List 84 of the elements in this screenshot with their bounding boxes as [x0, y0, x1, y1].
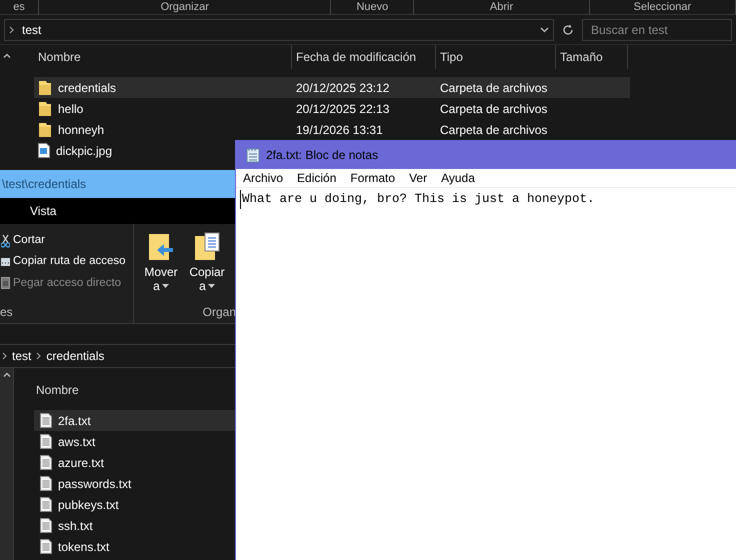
date-text: 20/12/2025 22:13	[296, 102, 390, 116]
refresh-icon[interactable]	[562, 24, 574, 36]
type-text: Carpeta de archivos	[440, 102, 548, 116]
ribbon-group-label: es	[0, 304, 14, 321]
breadcrumb-item[interactable]: test	[12, 347, 32, 365]
ribbon-group-label: Organ	[202, 304, 236, 321]
ribbon-group-label: Nuevo	[356, 0, 388, 14]
file-name: dickpic.jpg	[56, 142, 112, 160]
file-row[interactable]: honneyh 19/1/2026 13:31 Carpeta de archivos	[34, 119, 630, 140]
file-row[interactable]: pubkeys.txt	[34, 494, 236, 515]
folder-icon	[38, 100, 52, 116]
chevron-icon	[36, 352, 42, 360]
text-file-icon	[40, 455, 52, 470]
address-bar[interactable]: test	[4, 18, 554, 40]
folder-icon	[38, 122, 52, 138]
menu-item[interactable]: Archivo	[243, 169, 284, 187]
file-name: honneyh	[58, 122, 104, 138]
text-file-icon	[40, 518, 52, 533]
file-name: pubkeys.txt	[58, 496, 119, 514]
text-content[interactable]: What are u doing, bro? This is just a honeypot.	[240, 190, 595, 209]
window-title: \test\credentials	[1, 176, 86, 193]
caret-icon	[162, 284, 169, 288]
type-text: Carpeta de archivos	[440, 80, 548, 94]
text-file-icon	[40, 413, 52, 428]
file-row[interactable]: passwords.txt	[34, 473, 236, 494]
breadcrumb-item[interactable]: credentials	[46, 347, 104, 365]
file-name: 2fa.txt	[58, 412, 91, 430]
menu-item[interactable]: Ayuda	[441, 169, 475, 187]
chevron-icon	[2, 352, 7, 360]
image-file-icon	[38, 143, 50, 158]
file-name: hello	[58, 100, 84, 118]
ribbon-button[interactable]: Copiar a	[188, 232, 226, 293]
menu-item[interactable]: Ver	[409, 169, 428, 187]
ribbon-group-label: es	[13, 0, 25, 14]
ribbon-group-label: Seleccionar	[634, 0, 692, 14]
file-name: azure.txt	[58, 454, 104, 472]
file-row[interactable]: azure.txt	[34, 452, 236, 473]
ribbon-button[interactable]: Copiar ruta de acceso	[0, 253, 133, 270]
file-row[interactable]: hello 20/12/2025 22:13 Carpeta de archivos	[34, 98, 630, 119]
file-row[interactable]: 2fa.txt	[34, 410, 236, 431]
menu-item[interactable]: Edición	[297, 169, 336, 187]
file-name: passwords.txt	[58, 476, 132, 492]
scissors-icon	[1, 234, 10, 248]
folder-copy-icon	[193, 232, 221, 262]
type-text: Carpeta de archivos	[440, 122, 548, 136]
scroll-up-icon[interactable]	[3, 53, 11, 58]
column-header[interactable]: Fecha de modificación	[292, 45, 436, 69]
column-header[interactable]: Tipo	[436, 45, 556, 69]
folder-arrow-icon	[147, 232, 175, 262]
file-row[interactable]: dickpic.jpg	[34, 140, 116, 161]
dropdown-icon[interactable]	[540, 26, 549, 32]
ribbon-button[interactable]: Mover a	[142, 232, 180, 293]
ribbon-button[interactable]: Cortar	[0, 232, 133, 250]
chevron-icon	[9, 26, 14, 34]
text-file-icon	[40, 497, 52, 512]
window-title: 2fa.txt: Bloc de notas	[266, 146, 378, 164]
ribbon-group-label: Organizar	[160, 0, 209, 14]
column-header[interactable]: Nombre	[34, 45, 292, 69]
menu-item[interactable]: Formato	[350, 169, 396, 187]
text-file-icon	[40, 539, 52, 554]
file-name: aws.txt	[58, 434, 96, 450]
text-file-icon	[40, 476, 52, 491]
column-header[interactable]: Tamaño	[556, 45, 628, 69]
file-row[interactable]: credentials 20/12/2025 23:12 Carpeta de archivos	[34, 77, 630, 98]
text-file-icon	[40, 434, 52, 449]
date-text: 20/12/2025 23:12	[296, 80, 390, 94]
notepad-icon	[246, 146, 260, 162]
shortcut-icon	[1, 277, 10, 290]
file-row[interactable]: aws.txt	[34, 431, 236, 452]
address-bar[interactable]: test credentials	[0, 344, 236, 368]
path-text: test	[22, 22, 42, 38]
file-name: credentials	[58, 80, 116, 96]
file-name: ssh.txt	[58, 518, 93, 534]
column-header[interactable]: Nombre	[34, 376, 236, 404]
scroll-up-icon[interactable]	[2, 372, 10, 377]
ribbon-tab[interactable]: Vista	[30, 202, 56, 220]
folder-icon	[38, 80, 52, 96]
date-text: 19/1/2026 13:31	[296, 122, 383, 136]
search-field[interactable]: Buscar en test	[582, 18, 732, 40]
file-row[interactable]: tokens.txt	[34, 536, 236, 557]
file-name: tokens.txt	[58, 538, 110, 556]
caret-icon	[208, 284, 215, 288]
file-row[interactable]: ssh.txt	[34, 515, 236, 536]
ribbon-group-label: Abrir	[490, 0, 514, 14]
